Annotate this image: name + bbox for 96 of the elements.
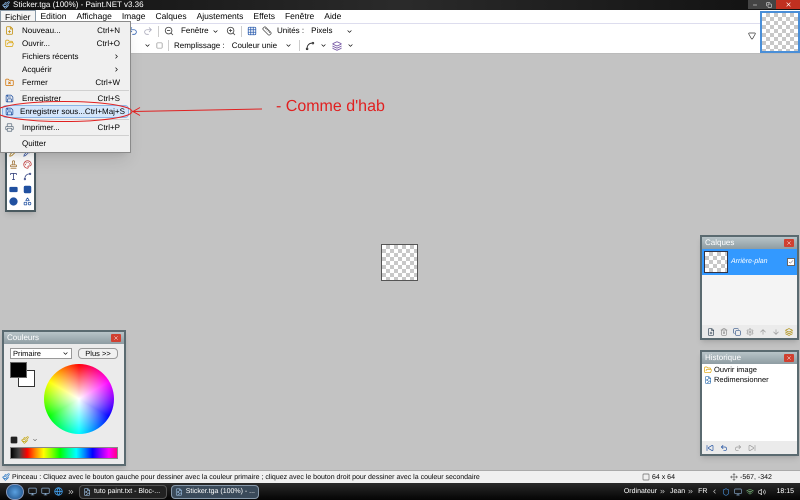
cursor-position-icon (730, 473, 738, 481)
minimize-icon (752, 2, 758, 8)
zoom-out-icon[interactable] (164, 26, 174, 36)
menu-item[interactable]: Ajustements (192, 10, 248, 23)
menu-item[interactable]: Imprimer... Ctrl+P (2, 121, 129, 134)
close-icon (113, 335, 119, 341)
rounded-rectangle-icon[interactable] (22, 184, 32, 194)
image-size-icon (642, 473, 650, 481)
close-icon (786, 355, 792, 361)
layer-properties-icon[interactable] (784, 328, 792, 336)
folder-icon (704, 366, 712, 374)
overflow-icon[interactable] (748, 32, 756, 40)
restore-button[interactable] (762, 0, 776, 9)
new-file-icon (5, 26, 14, 35)
close-button[interactable] (784, 354, 794, 362)
layers-icon[interactable] (332, 40, 342, 51)
color-palette[interactable] (10, 447, 118, 459)
close-icon (786, 240, 792, 246)
window-title: Sticker.tga (100%) - Paint.NET v3.36 (13, 1, 144, 9)
curve-icon[interactable] (304, 40, 315, 51)
image-thumbnail[interactable] (760, 11, 800, 53)
printer-icon (5, 123, 14, 132)
grid-icon[interactable] (247, 26, 257, 36)
show-hidden-icon[interactable] (711, 488, 718, 495)
shapes-icon[interactable] (22, 197, 32, 206)
brush-icon (2, 473, 10, 481)
square-icon[interactable] (156, 42, 163, 50)
network-icon[interactable] (734, 488, 742, 496)
annotation-text: - Comme d'hab (276, 99, 385, 115)
layer-thumbnail (704, 251, 728, 273)
folder-icon (5, 78, 14, 87)
menu-item[interactable]: Fichiers récents (2, 50, 129, 63)
dropdown-caret-icon[interactable] (320, 42, 327, 50)
units-dropdown[interactable]: Pixels (309, 26, 356, 37)
menu-item[interactable]: Affichage (72, 10, 117, 23)
wifi-icon[interactable] (746, 488, 754, 496)
menu-item[interactable]: Enregistrer sous...Ctrl+Maj+S (2, 105, 129, 118)
menu-item[interactable]: Nouveau... Ctrl+N (2, 24, 129, 37)
close-icon (784, 1, 792, 8)
color-swatches-drawing (10, 362, 36, 388)
stamp-icon[interactable] (9, 160, 18, 170)
menu-item[interactable]: Image (116, 10, 150, 23)
more-icon[interactable] (67, 488, 75, 496)
dropdown-caret-icon (284, 42, 292, 50)
menu-item[interactable]: Quitter (2, 137, 129, 150)
menu-item[interactable]: Enregistrer Ctrl+S (2, 92, 129, 105)
canvas-image (381, 244, 418, 281)
start-button[interactable] (6, 484, 24, 500)
more-icon[interactable] (687, 488, 694, 495)
volume-icon[interactable] (758, 488, 766, 496)
menu-item[interactable]: Acquérir (2, 63, 129, 76)
delete-icon[interactable] (720, 328, 728, 336)
zoom-dropdown[interactable]: Fenêtre (179, 26, 221, 37)
panel-title: Couleurs (7, 334, 40, 342)
close-button[interactable] (784, 239, 794, 247)
add-layer-icon[interactable] (706, 328, 714, 336)
reset-colors-icon[interactable] (10, 436, 18, 444)
more-icon[interactable] (658, 488, 666, 495)
document-icon (83, 488, 91, 496)
browser-icon[interactable] (54, 487, 63, 496)
shield-icon[interactable] (722, 488, 730, 496)
check-icon (788, 259, 794, 265)
menu-item[interactable]: Aide (319, 10, 346, 23)
document-icon (175, 488, 183, 496)
text-tool-icon[interactable] (9, 172, 18, 182)
dropdown-caret-icon[interactable] (144, 42, 151, 50)
panel-title: Historique (705, 354, 742, 362)
minimize-button[interactable] (748, 0, 762, 9)
fill-label: Remplissage : (174, 42, 225, 50)
curve-icon[interactable] (22, 172, 32, 182)
restore-icon (766, 2, 772, 8)
menu-item[interactable]: Ouvrir... Ctrl+O (2, 37, 129, 50)
dropdown-caret-icon (212, 28, 219, 35)
duplicate-icon[interactable] (732, 328, 740, 336)
panel-title: Calques (705, 239, 734, 247)
menu-item[interactable]: Fermer Ctrl+W (2, 76, 129, 89)
zoom-in-icon[interactable] (226, 26, 236, 36)
undo-icon[interactable] (720, 444, 728, 452)
fill-dropdown[interactable]: Couleur unie (230, 40, 294, 52)
app-icon (2, 1, 10, 9)
units-label: Unités : (277, 27, 304, 36)
first-step-icon[interactable] (706, 444, 714, 452)
menu-item[interactable]: Effets (248, 10, 280, 23)
menu-item[interactable]: Fenêtre (280, 10, 320, 23)
menu-item[interactable]: Edition (36, 10, 72, 23)
dropdown-caret-icon (62, 350, 69, 357)
desktop-icon[interactable] (28, 487, 37, 496)
ruler-icon[interactable] (262, 26, 272, 36)
window-switch-icon[interactable] (41, 487, 50, 496)
image-icon (704, 376, 712, 384)
visibility-checkbox[interactable] (787, 258, 795, 266)
menu-item[interactable]: Calques (150, 10, 192, 23)
close-button[interactable] (111, 334, 121, 342)
ellipse-icon[interactable] (9, 197, 18, 206)
folder-icon (5, 39, 14, 48)
rectangle-icon[interactable] (9, 184, 18, 194)
